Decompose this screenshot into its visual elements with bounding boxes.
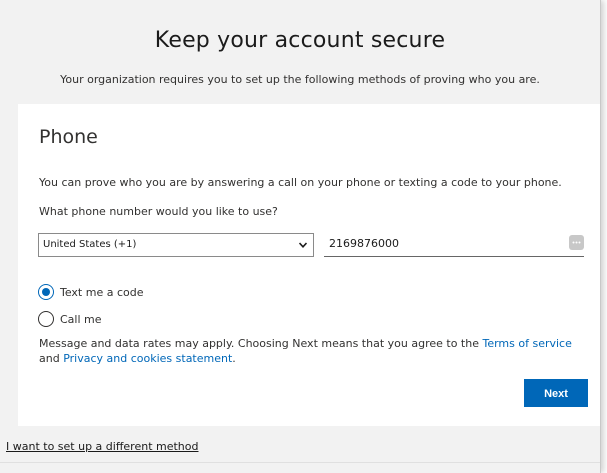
terms-of-service-link[interactable]: Terms of service bbox=[482, 337, 571, 350]
different-method-link[interactable]: I want to set up a different method bbox=[6, 440, 199, 453]
radio-label: Text me a code bbox=[60, 285, 144, 299]
notice-text: . bbox=[232, 352, 236, 365]
page: Keep your account secure Your organizati… bbox=[0, 0, 601, 473]
radio-text-me[interactable]: Text me a code bbox=[38, 283, 144, 301]
next-button[interactable]: Next bbox=[524, 379, 588, 407]
notice-text: and bbox=[39, 352, 64, 365]
notice-text: Message and data rates may apply. Choosi… bbox=[39, 337, 483, 350]
privacy-link[interactable]: Privacy and cookies statement bbox=[63, 352, 232, 365]
footer: I want to set up a different method bbox=[0, 426, 600, 473]
chevron-down-icon bbox=[299, 242, 307, 248]
phone-number-input[interactable]: 2169876000 bbox=[324, 233, 584, 257]
phone-question: What phone number would you like to use? bbox=[39, 205, 278, 218]
phone-method-card: Phone You can prove who you are by answe… bbox=[18, 104, 600, 426]
method-description: You can prove who you are by answering a… bbox=[39, 176, 562, 189]
header: Keep your account secure Your organizati… bbox=[0, 0, 600, 104]
country-code-select[interactable]: United States (+1) bbox=[38, 233, 314, 257]
radio-button[interactable] bbox=[38, 311, 54, 327]
divider bbox=[0, 462, 600, 463]
radio-label: Call me bbox=[60, 312, 102, 326]
page-title: Keep your account secure bbox=[154, 28, 446, 53]
phone-number-value: 2169876000 bbox=[329, 237, 399, 250]
card-title: Phone bbox=[39, 126, 98, 148]
page-subtitle: Your organization requires you to set up… bbox=[60, 73, 540, 86]
more-options-icon[interactable] bbox=[569, 235, 584, 250]
country-code-value: United States (+1) bbox=[43, 239, 137, 250]
data-rates-notice: Message and data rates may apply. Choosi… bbox=[39, 336, 589, 366]
radio-button-checked[interactable] bbox=[38, 284, 54, 300]
radio-call-me[interactable]: Call me bbox=[38, 310, 102, 328]
